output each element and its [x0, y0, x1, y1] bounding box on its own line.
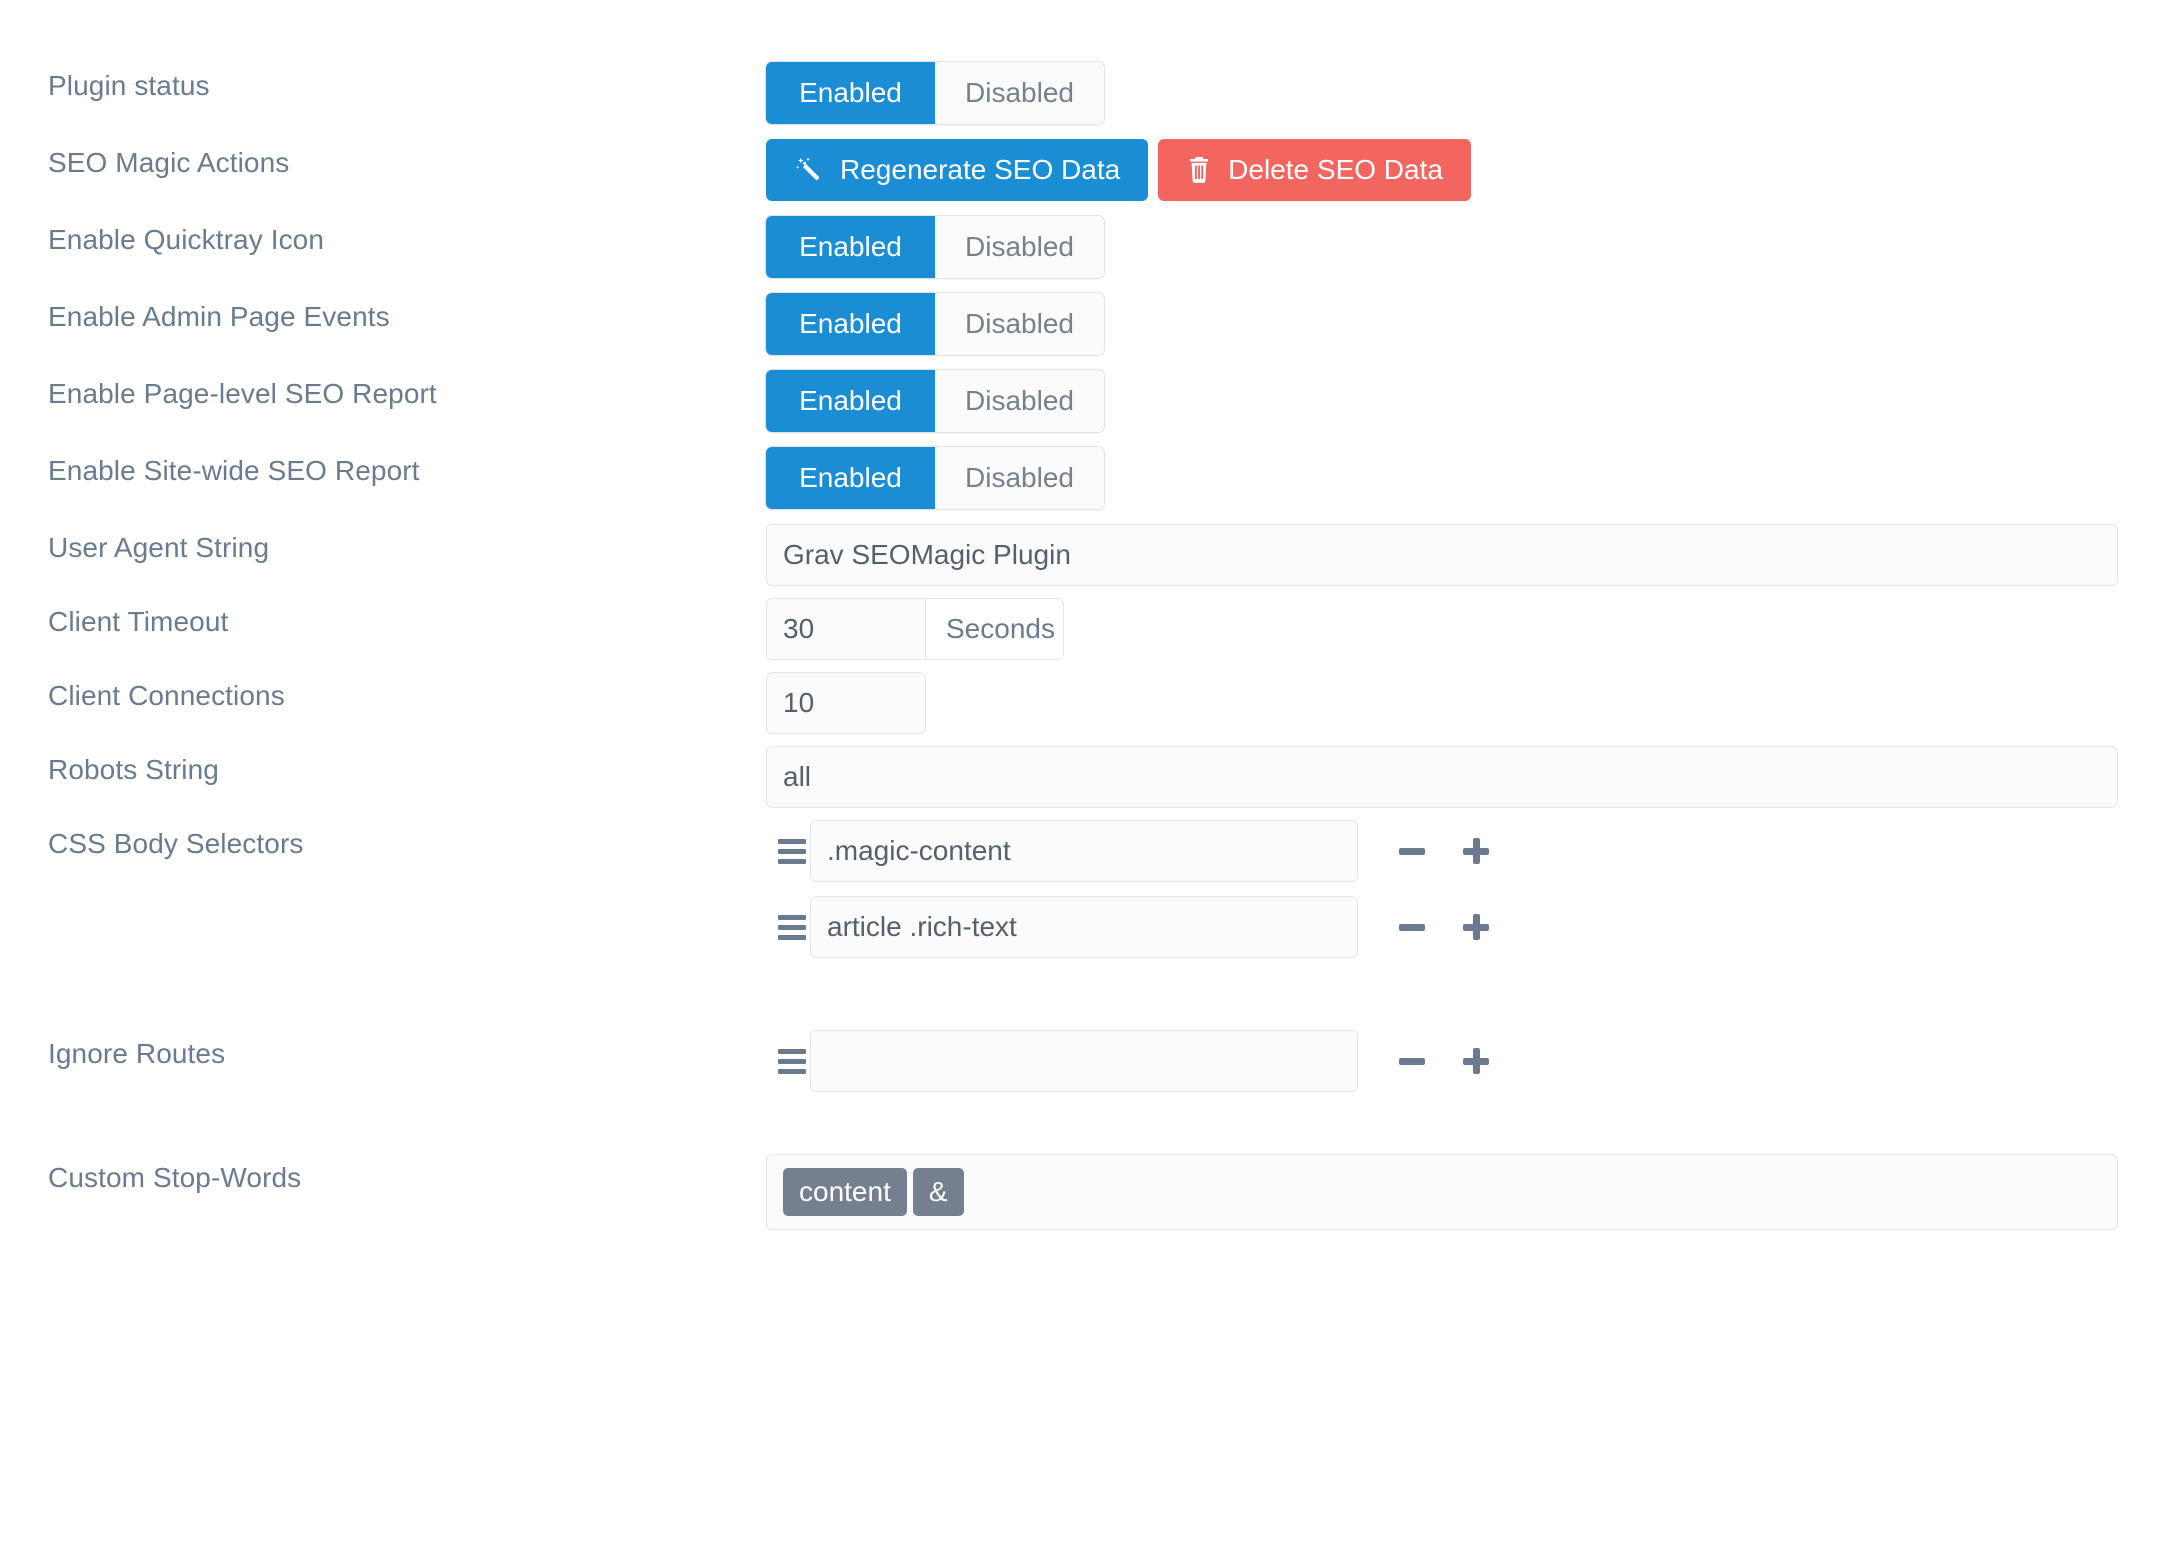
delete-seo-data-label: Delete SEO Data	[1228, 154, 1443, 185]
toggle-option-disabled[interactable]: Disabled	[935, 370, 1104, 432]
css-body-selector-input[interactable]	[810, 820, 1358, 882]
remove-item-button[interactable]	[1380, 899, 1444, 955]
field-label-robots-string: Robots String	[48, 754, 219, 785]
field-label-enable-site-wide-seo-report: Enable Site-wide SEO Report	[48, 455, 420, 486]
add-item-button[interactable]	[1444, 823, 1508, 879]
toggle-option-disabled[interactable]: Disabled	[935, 216, 1104, 278]
remove-item-button[interactable]	[1380, 823, 1444, 879]
trash-icon	[1186, 156, 1212, 184]
field-label-client-timeout: Client Timeout	[48, 606, 229, 637]
toggle-option-enabled[interactable]: Enabled	[766, 216, 935, 278]
toggle-option-disabled[interactable]: Disabled	[935, 447, 1104, 509]
field-control-user-agent-string	[766, 524, 2166, 586]
client-connections-input[interactable]	[766, 672, 926, 734]
field-label-ignore-routes: Ignore Routes	[48, 1038, 226, 1069]
plus-icon	[1463, 1048, 1489, 1074]
toggle-option-enabled[interactable]: Enabled	[766, 447, 935, 509]
plus-icon	[1463, 914, 1489, 940]
plugin-settings-form: Plugin status Enabled Disabled SEO Magic…	[0, 0, 2166, 1230]
field-row-enable-page-level-seo-report: Enable Page-level SEO Report Enabled Dis…	[0, 370, 2166, 447]
field-row-plugin-status: Plugin status Enabled Disabled	[0, 62, 2166, 139]
toggle-enable-quicktray-icon[interactable]: Enabled Disabled	[766, 216, 1104, 278]
tag-chip[interactable]: content	[783, 1168, 907, 1216]
field-row-enable-site-wide-seo-report: Enable Site-wide SEO Report Enabled Disa…	[0, 447, 2166, 524]
field-label-enable-page-level-seo-report: Enable Page-level SEO Report	[48, 378, 437, 409]
field-row-client-timeout: Client Timeout Seconds	[0, 598, 2166, 672]
client-timeout-unit-label: Seconds	[925, 599, 1063, 659]
array-item-row	[766, 896, 2118, 958]
field-control-client-connections	[766, 672, 2166, 734]
field-label-client-connections: Client Connections	[48, 680, 285, 711]
field-control-custom-stop-words: content &	[766, 1154, 2166, 1230]
field-control-enable-site-wide-seo-report: Enabled Disabled	[766, 447, 2166, 509]
field-row-css-body-selectors: CSS Body Selectors	[0, 820, 2166, 972]
drag-handle-icon[interactable]	[766, 1048, 810, 1074]
toggle-option-disabled[interactable]: Disabled	[935, 62, 1104, 124]
field-row-robots-string: Robots String	[0, 746, 2166, 820]
field-label-enable-quicktray-icon: Enable Quicktray Icon	[48, 224, 325, 255]
regenerate-seo-data-label: Regenerate SEO Data	[840, 154, 1121, 185]
seo-action-button-group: Regenerate SEO Data Delete SEO Data	[766, 139, 2118, 201]
toggle-option-disabled[interactable]: Disabled	[935, 293, 1104, 355]
field-row-ignore-routes: Ignore Routes	[0, 1030, 2166, 1106]
field-control-enable-admin-page-events: Enabled Disabled	[766, 293, 2166, 355]
field-control-ignore-routes	[766, 1030, 2166, 1106]
drag-handle-icon[interactable]	[766, 838, 810, 864]
toggle-option-enabled[interactable]: Enabled	[766, 370, 935, 432]
field-label-user-agent-string: User Agent String	[48, 532, 270, 563]
custom-stop-words-taglist[interactable]: content &	[766, 1154, 2118, 1230]
field-row-enable-admin-page-events: Enable Admin Page Events Enabled Disable…	[0, 293, 2166, 370]
field-control-css-body-selectors	[766, 820, 2166, 972]
array-item-actions	[1380, 899, 1508, 955]
drag-handle-icon[interactable]	[766, 914, 810, 940]
array-item-actions	[1380, 823, 1508, 879]
client-timeout-input[interactable]	[767, 599, 925, 659]
field-control-enable-page-level-seo-report: Enabled Disabled	[766, 370, 2166, 432]
field-label-seo-magic-actions: SEO Magic Actions	[48, 147, 290, 178]
toggle-enable-admin-page-events[interactable]: Enabled Disabled	[766, 293, 1104, 355]
field-control-enable-quicktray-icon: Enabled Disabled	[766, 216, 2166, 278]
delete-seo-data-button[interactable]: Delete SEO Data	[1158, 139, 1471, 201]
field-row-client-connections: Client Connections	[0, 672, 2166, 746]
field-row-seo-magic-actions: SEO Magic Actions Regenerate SEO Data De…	[0, 139, 2166, 216]
magic-wand-icon	[794, 155, 824, 185]
field-row-user-agent-string: User Agent String	[0, 524, 2166, 598]
field-control-client-timeout: Seconds	[766, 598, 2166, 660]
field-control-plugin-status: Enabled Disabled	[766, 62, 2166, 124]
add-item-button[interactable]	[1444, 1033, 1508, 1089]
minus-icon	[1399, 923, 1425, 931]
toggle-enable-page-level-seo-report[interactable]: Enabled Disabled	[766, 370, 1104, 432]
css-body-selector-input[interactable]	[810, 896, 1358, 958]
field-row-enable-quicktray-icon: Enable Quicktray Icon Enabled Disabled	[0, 216, 2166, 293]
client-timeout-group: Seconds	[766, 598, 1064, 660]
toggle-option-enabled[interactable]: Enabled	[766, 62, 935, 124]
user-agent-string-input[interactable]	[766, 524, 2118, 586]
minus-icon	[1399, 847, 1425, 855]
tag-chip[interactable]: &	[912, 1168, 964, 1216]
robots-string-input[interactable]	[766, 746, 2118, 808]
add-item-button[interactable]	[1444, 899, 1508, 955]
field-label-plugin-status: Plugin status	[48, 70, 210, 101]
array-item-actions	[1380, 1033, 1508, 1089]
toggle-enable-site-wide-seo-report[interactable]: Enabled Disabled	[766, 447, 1104, 509]
regenerate-seo-data-button[interactable]: Regenerate SEO Data	[766, 139, 1149, 201]
remove-item-button[interactable]	[1380, 1033, 1444, 1089]
minus-icon	[1399, 1057, 1425, 1065]
field-control-robots-string	[766, 746, 2166, 808]
field-label-css-body-selectors: CSS Body Selectors	[48, 828, 304, 859]
array-item-row	[766, 1030, 2118, 1092]
field-label-custom-stop-words: Custom Stop-Words	[48, 1162, 302, 1193]
toggle-option-enabled[interactable]: Enabled	[766, 293, 935, 355]
field-control-seo-magic-actions: Regenerate SEO Data Delete SEO Data	[766, 139, 2166, 201]
ignore-route-input[interactable]	[810, 1030, 1358, 1092]
plus-icon	[1463, 838, 1489, 864]
field-label-enable-admin-page-events: Enable Admin Page Events	[48, 301, 390, 332]
field-row-custom-stop-words: Custom Stop-Words content &	[0, 1154, 2166, 1230]
array-item-row	[766, 820, 2118, 882]
toggle-plugin-status[interactable]: Enabled Disabled	[766, 62, 1104, 124]
